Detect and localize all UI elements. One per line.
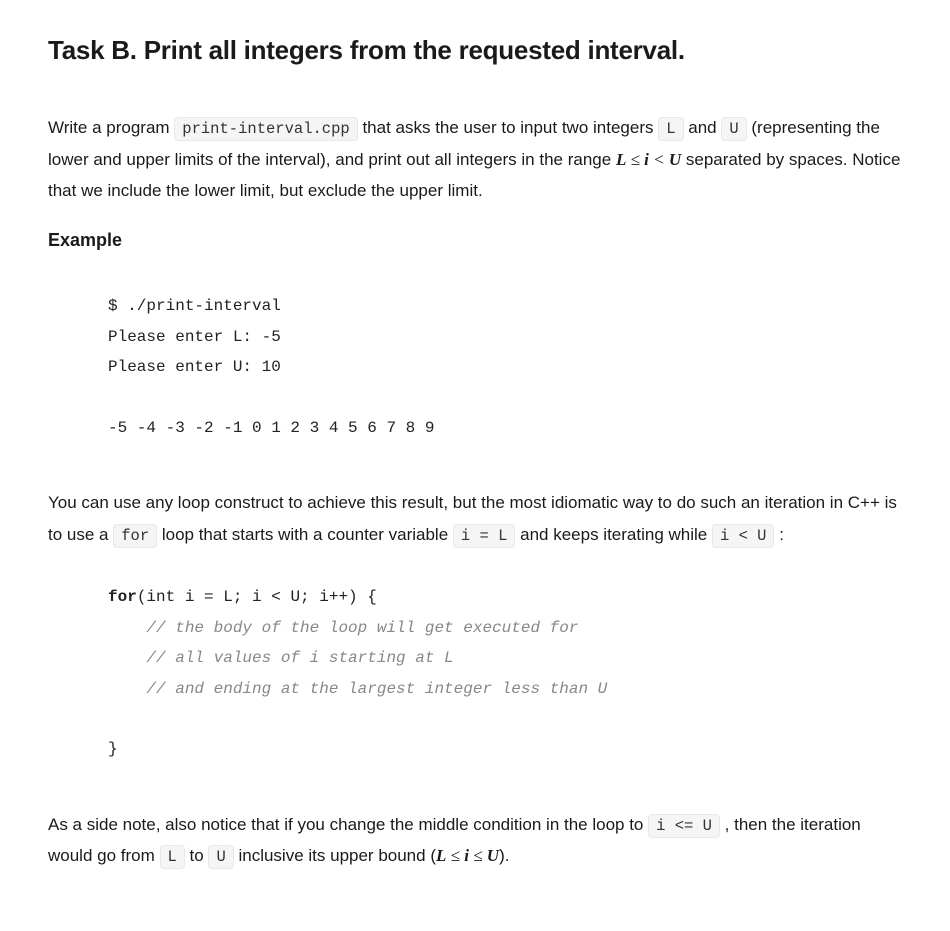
para2-text-3: and keeps iterating while xyxy=(515,525,712,544)
intro-paragraph: Write a program print-interval.cpp that … xyxy=(48,112,902,207)
intro-text-1: Write a program xyxy=(48,118,174,137)
side-note-paragraph: As a side note, also notice that if you … xyxy=(48,809,902,872)
loop-explanation-paragraph: You can use any loop construct to achiev… xyxy=(48,487,902,550)
for-keyword: for xyxy=(108,588,137,606)
i-le-u-code: i <= U xyxy=(648,814,720,838)
loop-close-brace: } xyxy=(108,740,118,758)
para3-text-1: As a side note, also notice that if you … xyxy=(48,815,648,834)
range-expression-2: L ≤ i ≤ U xyxy=(436,846,499,865)
i-eq-l-code: i = L xyxy=(453,524,516,548)
var-u-code-2: U xyxy=(208,845,233,869)
loop-comment-2: // all values of i starting at L xyxy=(146,649,453,667)
filename-code: print-interval.cpp xyxy=(174,117,357,141)
intro-text-3: and xyxy=(684,118,722,137)
var-u-code: U xyxy=(721,117,746,141)
task-title: Task B. Print all integers from the requ… xyxy=(48,28,902,72)
para2-text-2: loop that starts with a counter variable xyxy=(157,525,453,544)
example-output-block: $ ./print-interval Please enter L: -5 Pl… xyxy=(48,275,902,459)
para3-text-3: to xyxy=(185,846,209,865)
var-l-code: L xyxy=(658,117,683,141)
for-loop-code-block: for(int i = L; i < U; i++) { // the body… xyxy=(48,566,902,780)
loop-comment-1: // the body of the loop will get execute… xyxy=(146,619,578,637)
i-lt-u-code: i < U xyxy=(712,524,775,548)
para3-text-5: ). xyxy=(499,846,509,865)
intro-text-2: that asks the user to input two integers xyxy=(358,118,659,137)
para2-text-4: : xyxy=(774,525,783,544)
para3-text-4: inclusive its upper bound ( xyxy=(234,846,436,865)
loop-comment-3: // and ending at the largest integer les… xyxy=(146,680,607,698)
example-heading: Example xyxy=(48,225,902,256)
var-l-code-2: L xyxy=(160,845,185,869)
for-keyword-code: for xyxy=(113,524,157,548)
range-expression: L ≤ i < U xyxy=(616,150,681,169)
for-signature: (int i = L; i < U; i++) { xyxy=(137,588,377,606)
